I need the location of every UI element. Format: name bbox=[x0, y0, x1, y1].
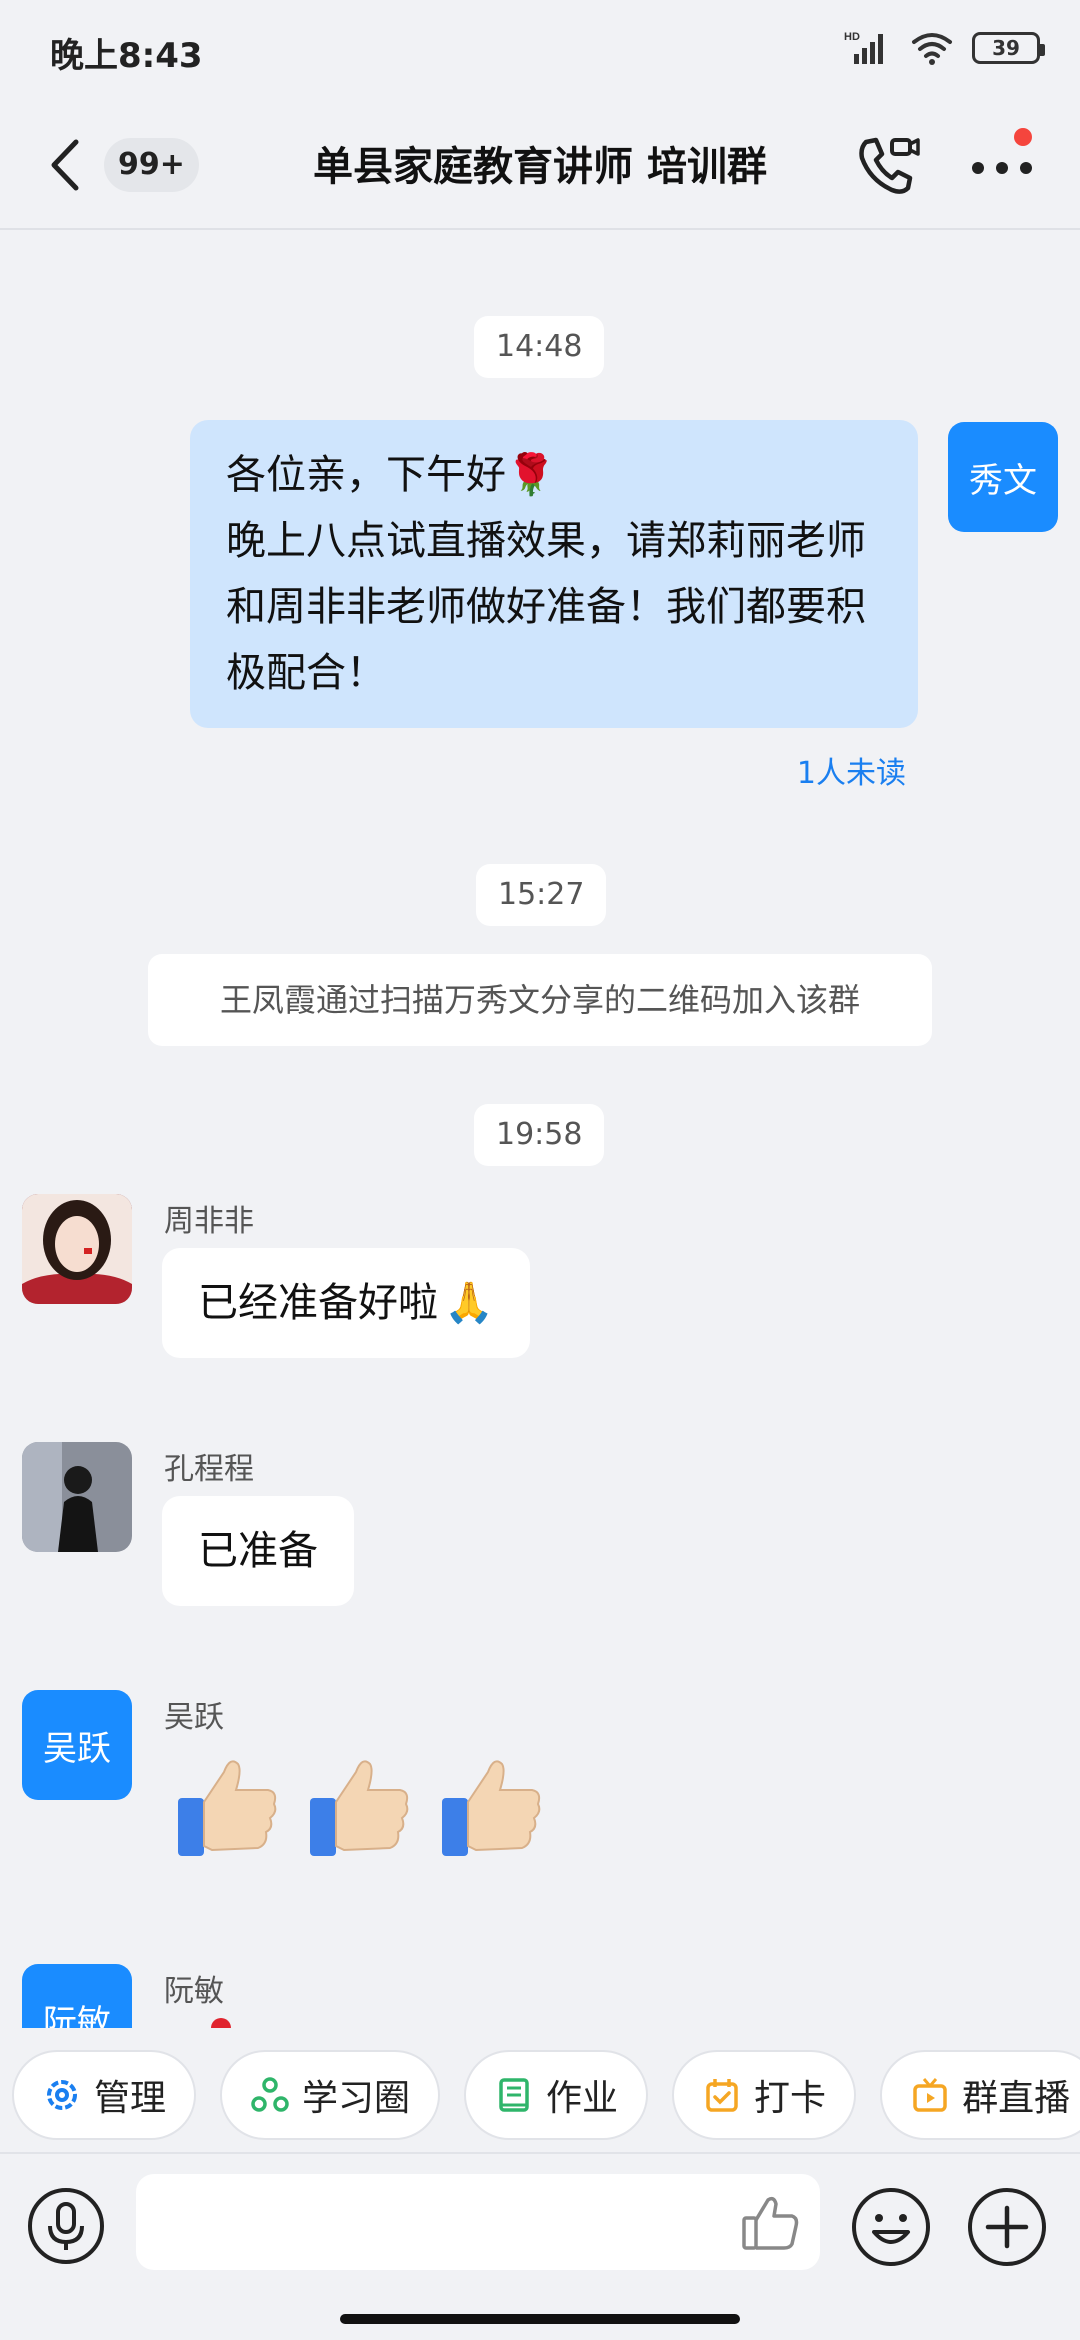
message-text: 各位亲，下午好 bbox=[226, 452, 506, 498]
video-call-icon[interactable] bbox=[852, 130, 922, 200]
learning-circle-button[interactable]: 学习圈 bbox=[220, 2050, 441, 2140]
home-indicator[interactable] bbox=[340, 2314, 740, 2324]
check-in-button[interactable]: 打卡 bbox=[672, 2050, 857, 2140]
incoming-message-bubble[interactable]: 已准备 bbox=[162, 1496, 354, 1606]
avatar[interactable]: 吴跃 bbox=[22, 1690, 132, 1800]
group-live-button[interactable]: 群直播 bbox=[880, 2050, 1080, 2140]
message-input[interactable] bbox=[136, 2174, 820, 2270]
partial-message: 阮敏 阮敏 bbox=[0, 1940, 1080, 2028]
thumbs-up-icon bbox=[178, 1760, 277, 1856]
manage-button[interactable]: 管理 bbox=[12, 2050, 197, 2140]
emoji-icon[interactable] bbox=[850, 2186, 932, 2268]
message-text: 已经准备好啦 bbox=[198, 1280, 438, 1326]
status-time: 晚上8:43 bbox=[50, 36, 203, 76]
outgoing-message-bubble[interactable]: 各位亲，下午好🌹 晚上八点试直播效果，请郑莉丽老师和周非非老师做好准备！我们都要… bbox=[190, 420, 918, 728]
gear-icon bbox=[47, 2080, 77, 2110]
thumbs-up-icon bbox=[442, 1760, 541, 1856]
status-bar: 晚上8:43 HD 39 bbox=[0, 0, 1080, 100]
system-notice: 王凤霞通过扫描万秀文分享的二维码加入该群 bbox=[148, 954, 932, 1046]
timestamp: 14:48 bbox=[474, 316, 605, 378]
plus-icon[interactable] bbox=[966, 2186, 1048, 2268]
avatar-photo bbox=[22, 1194, 132, 1304]
chip-label: 群直播 bbox=[962, 2078, 1071, 2119]
read-status[interactable]: 1人未读 bbox=[797, 748, 906, 792]
book-icon bbox=[499, 2078, 529, 2112]
chat-header: 99+ 单县家庭教育讲师 培训群 bbox=[0, 100, 1080, 230]
chip-label: 打卡 bbox=[754, 2078, 827, 2119]
homework-button[interactable]: 作业 bbox=[464, 2050, 649, 2140]
avatar[interactable]: 秀文 bbox=[948, 422, 1058, 532]
message-line: 各位亲，下午好🌹 bbox=[226, 442, 882, 508]
avatar[interactable] bbox=[22, 1194, 132, 1304]
sender-name: 孔程程 bbox=[164, 1452, 254, 1487]
sender-name: 吴跃 bbox=[164, 1700, 224, 1735]
tv-icon bbox=[913, 2078, 947, 2112]
calendar-check-icon bbox=[706, 2079, 738, 2112]
sender-name: 周非非 bbox=[164, 1204, 254, 1239]
quick-action-bar: 管理 学习圈 作业 打卡 群直播 bbox=[0, 2040, 1080, 2150]
emoji-message[interactable] bbox=[172, 1750, 548, 1862]
chip-label: 作业 bbox=[546, 2078, 619, 2119]
signal-icon: HD bbox=[844, 31, 883, 64]
rose-emoji: 🌹 bbox=[506, 452, 556, 498]
avatar[interactable]: 阮敏 bbox=[22, 1964, 132, 2028]
incoming-message-bubble[interactable]: 已经准备好啦 🙏 bbox=[162, 1248, 530, 1358]
message-text: 已准备 bbox=[198, 1528, 318, 1574]
notification-dot bbox=[1014, 128, 1032, 146]
timestamp: 15:27 bbox=[476, 864, 607, 926]
voice-input-icon[interactable] bbox=[26, 2186, 106, 2266]
input-bar bbox=[0, 2152, 1080, 2340]
status-icons: HD 39 bbox=[844, 30, 1045, 66]
battery-indicator: 39 bbox=[972, 32, 1045, 64]
sender-name: 阮敏 bbox=[164, 1974, 224, 2009]
chip-label: 管理 bbox=[94, 2078, 167, 2119]
message-text: 晚上八点试直播效果，请郑莉丽老师和周非非老师做好准备！我们都要积极配合！ bbox=[226, 518, 866, 696]
timestamp: 19:58 bbox=[474, 1104, 605, 1166]
thumbs-up-icon bbox=[310, 1760, 409, 1856]
avatar[interactable] bbox=[22, 1442, 132, 1552]
pray-emoji: 🙏 bbox=[444, 1280, 494, 1326]
thumbs-up-icon[interactable] bbox=[740, 2192, 802, 2254]
rose-icon bbox=[211, 2018, 231, 2028]
avatar-photo bbox=[22, 1442, 132, 1552]
wifi-icon bbox=[912, 33, 952, 65]
network-type: HD bbox=[844, 31, 860, 43]
chip-label: 学习圈 bbox=[302, 2078, 411, 2119]
circle-nodes-icon bbox=[251, 2077, 289, 2112]
